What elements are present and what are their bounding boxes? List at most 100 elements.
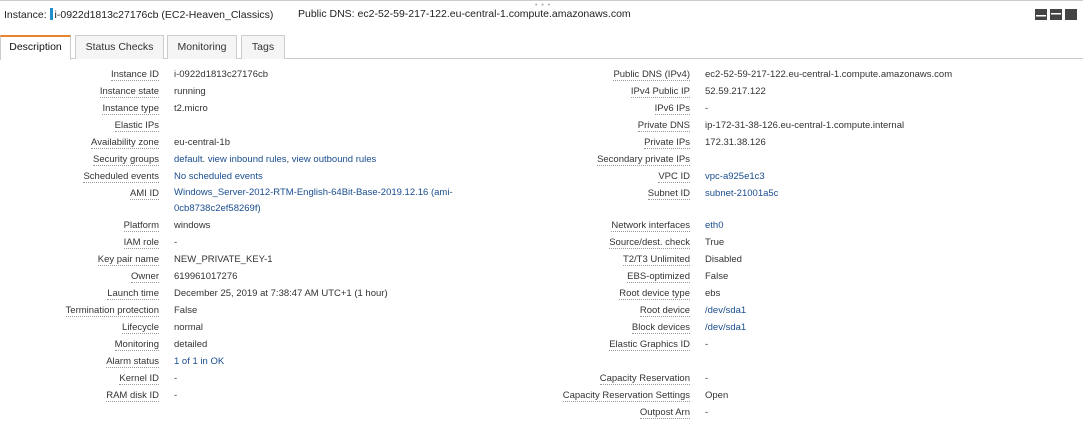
tab-monitoring[interactable]: Monitoring [167,35,237,59]
instance-label: Instance: [4,9,47,21]
right-row-root-device-type: Root device type ebs [0,285,1083,302]
field-label-text: Elastic Graphics ID [609,339,690,351]
ipv4-public-ip-text: 52.59.217.122 [705,86,766,97]
detail-tabs: Description Status Checks Monitoring Tag… [0,35,1083,60]
right-row-secondary-private-ips: Secondary private IPs [0,151,1083,168]
field-label-text: Alarm status [106,356,159,368]
root-device-link[interactable]: /dev/sda1 [705,305,746,316]
ebs-optimized-value: False [705,268,1075,285]
right-row-ipv6-ips: IPv6 IPs - [0,100,1083,117]
root-device-value[interactable]: /dev/sda1 [705,302,1075,319]
root-device-type-text: ebs [705,288,721,299]
vpc-id-link[interactable]: vpc-a925e1c3 [705,171,765,182]
public-dns-label: Public DNS: [298,8,355,20]
right-row-block-devices: Block devices/dev/sda1 [0,319,1083,336]
public-dns-ipv4-label: Public DNS (IPv4) [0,66,690,83]
alarm-status-link[interactable]: 1 of 1 in OK [174,356,224,367]
field-label-text: Public DNS (IPv4) [613,69,690,81]
field-label-text: EBS-optimized [627,271,690,283]
capacity-reservation-settings-text: Open [705,390,729,401]
layout-full-icon[interactable] [1065,9,1077,20]
alarm-status-value[interactable]: 1 of 1 in OK [174,353,474,370]
private-dns-text: ip-172-31-38-126.eu-central-1.compute.in… [705,120,905,131]
field-label-text: Private DNS [637,120,690,132]
left-row-alarm-status: Alarm status 1 of 1 in OK [0,353,1083,370]
capacity-reservation-settings-value: Open [705,387,1075,404]
subnet-id-value[interactable]: subnet-21001a5c [705,185,1075,202]
right-row-public-dns-ipv4: Public DNS (IPv4) ec2-52-59-217-122.eu-ce… [0,66,1083,83]
tab-status-checks[interactable]: Status Checks [75,35,164,59]
subnet-id-link[interactable]: subnet-21001a5c [705,188,778,199]
root-device-type-value: ebs [705,285,1075,302]
right-row-private-dns: Private DNS ip-172-31-38-126.eu-central-1… [0,117,1083,134]
instance-header: Instance: i-0922d1813c27176cb (EC2-Heave… [0,0,1083,28]
source-dest-check-text: True [705,237,725,248]
root-device-label: Root device [0,302,690,319]
block-devices-link[interactable]: /dev/sda1 [705,322,746,333]
alarm-status-label: Alarm status [0,353,159,370]
source-dest-check-value: True [705,234,1075,251]
ipv6-ips-label: IPv6 IPs [0,100,690,117]
field-label-text: Root device type [619,288,690,300]
ebs-optimized-label: EBS-optimized [0,268,690,285]
network-interfaces-value[interactable]: eth0 [705,217,1075,234]
right-row-elastic-graphics-id: Elastic Graphics ID - [0,336,1083,353]
field-label-text: Root device [639,305,690,317]
elastic-graphics-id-value: - [705,336,1075,353]
t2-t3-unlimited-text: Disabled [705,254,742,265]
right-row-t2-t3-unlimited: T2/T3 Unlimited Disabled [0,251,1083,268]
private-ips-value: 172.31.38.126 [705,134,1075,151]
elastic-graphics-id-text: - [705,339,709,350]
resize-grip-icon[interactable]: • • • [535,2,551,9]
outpost-arn-value: - [705,404,1075,421]
ipv6-ips-value: - [705,100,1075,117]
right-row-source-dest-check: Source/dest. check True [0,234,1083,251]
network-interfaces-label: Network interfaces [0,217,690,234]
layout-bottom-icon[interactable] [1035,9,1047,20]
layout-split-icon[interactable] [1050,9,1062,20]
tab-description[interactable]: Description [0,35,71,60]
right-row-outpost-arn: Outpost Arn - [0,404,1083,421]
t2-t3-unlimited-label: T2/T3 Unlimited [0,251,690,268]
elastic-graphics-id-label: Elastic Graphics ID [0,336,690,353]
right-row-private-ips: Private IPs 172.31.38.126 [0,134,1083,151]
field-label-text: Capacity Reservation Settings [562,390,690,402]
right-row-root-device: Root device/dev/sda1 [0,302,1083,319]
vpc-id-value[interactable]: vpc-a925e1c3 [705,168,1075,185]
private-dns-value: ip-172-31-38-126.eu-central-1.compute.in… [705,117,1075,134]
right-row-capacity-reservation: Capacity Reservation - [0,370,1083,387]
field-label-text: IPv4 Public IP [630,86,690,98]
field-label-text: Outpost Arn [639,407,690,419]
instance-title: Instance: i-0922d1813c27176cb (EC2-Heave… [4,8,273,21]
right-row-ebs-optimized: EBS-optimized False [0,268,1083,285]
public-dns-summary: Public DNS: ec2-52-59-217-122.eu-central… [298,8,631,20]
layout-switcher [1035,9,1077,20]
ipv4-public-ip-value: 52.59.217.122 [705,83,1075,100]
t2-t3-unlimited-value: Disabled [705,251,1075,268]
ami-id-link-continued[interactable]: 0cb8738c2ef58269f) [174,203,261,214]
outpost-arn-text: - [705,407,709,418]
right-row-network-interfaces: Network interfaces eth0 [0,217,1083,234]
field-label-text: Network interfaces [611,220,690,232]
private-ips-label: Private IPs [0,134,690,151]
field-label-text: Private IPs [644,137,690,149]
private-dns-label: Private DNS [0,117,690,134]
right-row-capacity-reservation-settings: Capacity Reservation Settings Open [0,387,1083,404]
field-label-text: Capacity Reservation [599,373,690,385]
capacity-reservation-settings-label: Capacity Reservation Settings [0,387,690,404]
source-dest-check-label: Source/dest. check [0,234,690,251]
public-dns-value: ec2-52-59-217-122.eu-central-1.compute.a… [357,8,631,20]
capacity-reservation-value: - [705,370,1075,387]
ipv6-ips-text: - [705,103,709,114]
field-label-text: T2/T3 Unlimited [622,254,690,266]
field-label-text: Secondary private IPs [597,154,690,166]
public-dns-ipv4-text: ec2-52-59-217-122.eu-central-1.compute.a… [705,69,953,80]
capacity-reservation-label: Capacity Reservation [0,370,690,387]
tab-tags[interactable]: Tags [241,35,285,59]
root-device-type-label: Root device type [0,285,690,302]
network-interfaces-link[interactable]: eth0 [705,220,724,231]
block-devices-value[interactable]: /dev/sda1 [705,319,1075,336]
right-row-subnet-id: Subnet ID subnet-21001a5c [0,185,1083,202]
secondary-private-ips-label: Secondary private IPs [0,151,690,168]
ipv4-public-ip-label: IPv4 Public IP [0,83,690,100]
